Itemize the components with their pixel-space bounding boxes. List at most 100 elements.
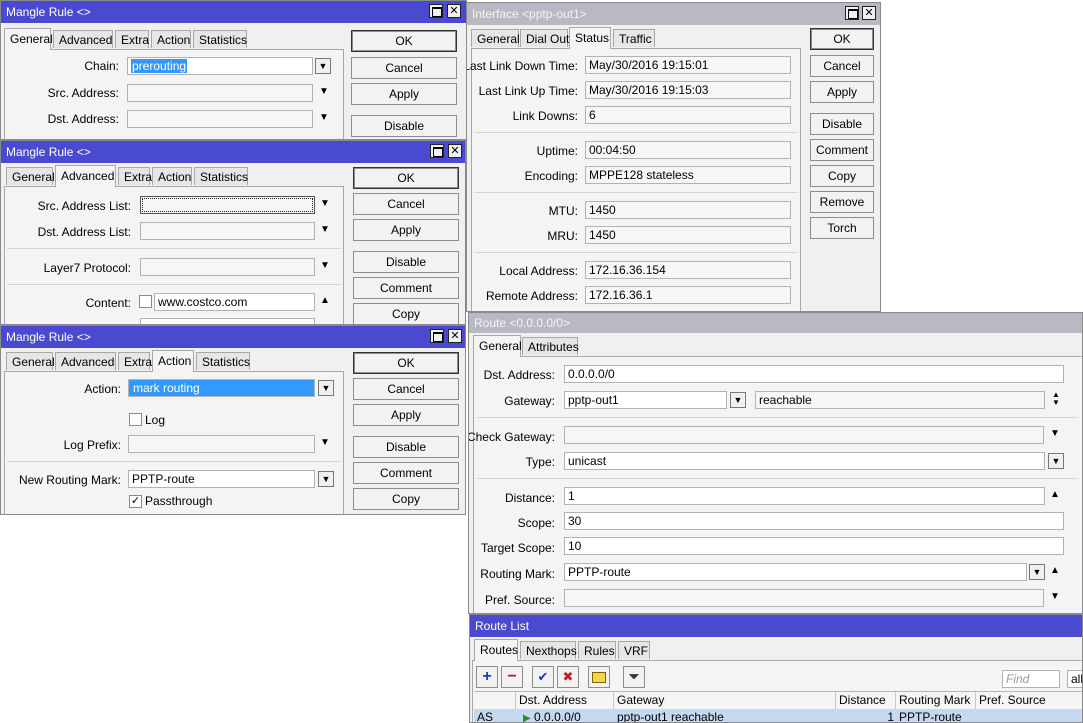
add-icon[interactable]: + xyxy=(476,666,498,688)
disable-button[interactable]: Disable xyxy=(353,251,459,273)
chevron-up-icon[interactable]: ▲ xyxy=(1048,487,1062,503)
apply-button[interactable]: Apply xyxy=(351,83,457,105)
cancel-button[interactable]: Cancel xyxy=(353,193,459,215)
tab-status[interactable]: Status xyxy=(569,27,611,49)
chevron-down-icon[interactable]: ▼ xyxy=(317,110,331,126)
log-prefix-field[interactable] xyxy=(128,435,315,453)
maximize-icon[interactable] xyxy=(430,144,444,158)
dst-address-list-field[interactable] xyxy=(140,222,315,240)
chain-field[interactable]: prerouting xyxy=(127,57,313,75)
log-checkbox[interactable] xyxy=(129,413,142,426)
tab-vrf[interactable]: VRF xyxy=(618,641,650,659)
copy-button[interactable]: Copy xyxy=(353,303,459,324)
tab-extra[interactable]: Extra xyxy=(115,30,149,48)
apply-button[interactable]: Apply xyxy=(353,219,459,241)
tab-statistics[interactable]: Statistics xyxy=(194,167,248,185)
tab-extra[interactable]: Extra xyxy=(118,167,152,185)
apply-button[interactable]: Apply xyxy=(353,404,459,426)
tab-statistics[interactable]: Statistics xyxy=(196,352,250,370)
chevron-down-icon[interactable]: ▼ xyxy=(318,435,332,451)
pref-source-field[interactable] xyxy=(564,589,1044,607)
new-routing-mark-field[interactable]: PPTP-route xyxy=(128,470,315,488)
tab-traffic[interactable]: Traffic xyxy=(613,29,655,47)
tab-extra[interactable]: Extra xyxy=(118,352,152,370)
content-field[interactable]: www.costco.com xyxy=(154,293,315,311)
filter-select[interactable]: all xyxy=(1067,670,1082,688)
disable-icon[interactable]: ✖ xyxy=(557,666,579,688)
action-dropdown-icon[interactable]: ▼ xyxy=(318,380,334,396)
tab-statistics[interactable]: Statistics xyxy=(193,30,247,48)
tab-general[interactable]: General xyxy=(4,28,53,50)
apply-button[interactable]: Apply xyxy=(810,81,874,103)
gateway-dropdown-icon[interactable]: ▼ xyxy=(730,392,746,408)
type-dropdown-icon[interactable]: ▼ xyxy=(1048,453,1064,469)
chevron-up-icon[interactable]: ▲ xyxy=(318,293,332,309)
src-address-list-field[interactable] xyxy=(140,196,315,214)
cancel-button[interactable]: Cancel xyxy=(810,55,874,77)
column-gateway[interactable]: Gateway xyxy=(614,692,836,709)
comment-button[interactable]: Comment xyxy=(353,277,459,299)
tab-rules[interactable]: Rules xyxy=(578,641,616,659)
dst-address-field[interactable] xyxy=(127,110,313,128)
type-field[interactable]: unicast xyxy=(564,452,1045,470)
comment-button[interactable]: Comment xyxy=(810,139,874,161)
tab-advanced[interactable]: Advanced xyxy=(55,165,116,187)
ok-button[interactable]: OK xyxy=(353,167,459,189)
tab-routes[interactable]: Routes xyxy=(474,639,518,661)
tab-general[interactable]: General xyxy=(6,352,55,370)
tab-general[interactable]: General xyxy=(6,167,55,185)
tab-general[interactable]: General xyxy=(471,29,520,47)
passthrough-checkbox[interactable]: ✓ xyxy=(129,495,142,508)
enable-icon[interactable]: ✔ xyxy=(532,666,554,688)
tab-general[interactable]: General xyxy=(473,335,522,357)
check-gateway-field[interactable] xyxy=(564,426,1044,444)
torch-button[interactable]: Torch xyxy=(810,217,874,239)
content-negate-checkbox[interactable] xyxy=(139,295,152,308)
disable-button[interactable]: Disable xyxy=(351,115,457,137)
ok-button[interactable]: OK xyxy=(810,28,874,50)
column-dst-address[interactable]: Dst. Address xyxy=(516,692,614,709)
dst-address-field[interactable]: 0.0.0.0/0 xyxy=(564,365,1064,383)
cancel-button[interactable]: Cancel xyxy=(351,57,457,79)
up-down-icon[interactable]: ▲ ▼ xyxy=(1049,391,1063,407)
maximize-icon[interactable] xyxy=(845,6,859,20)
tab-dial-out[interactable]: Dial Out xyxy=(520,29,569,47)
chevron-down-icon[interactable]: ▼ xyxy=(1048,589,1062,605)
column-distance[interactable]: Distance xyxy=(836,692,896,709)
action-field[interactable]: mark routing xyxy=(128,379,315,397)
find-input[interactable]: Find xyxy=(1002,670,1060,688)
gateway-field[interactable]: pptp-out1 xyxy=(564,391,727,409)
chevron-down-icon[interactable]: ▼ xyxy=(318,258,332,274)
copy-button[interactable]: Copy xyxy=(810,165,874,187)
maximize-icon[interactable] xyxy=(430,329,444,343)
copy-button[interactable]: Copy xyxy=(353,488,459,510)
tab-advanced[interactable]: Advanced xyxy=(55,352,116,370)
src-address-field[interactable] xyxy=(127,84,313,102)
tab-action[interactable]: Action xyxy=(152,350,194,372)
tab-action[interactable]: Action xyxy=(152,167,192,185)
close-icon[interactable]: ✕ xyxy=(448,329,462,343)
distance-field[interactable]: 1 xyxy=(564,487,1045,505)
chevron-up-icon[interactable]: ▲ xyxy=(1048,563,1062,579)
content-field-next[interactable] xyxy=(140,318,315,324)
column-pref-source[interactable]: Pref. Source xyxy=(976,692,1082,709)
routing-mark-dropdown-icon[interactable]: ▼ xyxy=(1029,564,1045,580)
scope-field[interactable]: 30 xyxy=(564,512,1064,530)
remove-icon[interactable]: − xyxy=(501,666,523,688)
comment-icon[interactable] xyxy=(588,666,610,688)
tab-advanced[interactable]: Advanced xyxy=(53,30,113,48)
chevron-down-icon[interactable]: ▼ xyxy=(317,84,331,100)
chevron-down-icon[interactable]: ▼ xyxy=(318,222,332,238)
close-icon[interactable]: ✕ xyxy=(447,4,461,18)
target-scope-field[interactable]: 10 xyxy=(564,537,1064,555)
remove-button[interactable]: Remove xyxy=(810,191,874,213)
close-icon[interactable]: ✕ xyxy=(448,144,462,158)
filter-icon[interactable]: ⏷ xyxy=(623,666,645,688)
comment-button[interactable]: Comment xyxy=(353,462,459,484)
ok-button[interactable]: OK xyxy=(353,352,459,374)
tab-nexthops[interactable]: Nexthops xyxy=(520,641,577,659)
close-icon[interactable]: ✕ xyxy=(862,6,876,20)
disable-button[interactable]: Disable xyxy=(810,113,874,135)
chevron-down-icon[interactable]: ▼ xyxy=(318,196,332,212)
routing-mark-field[interactable]: PPTP-route xyxy=(564,563,1027,581)
